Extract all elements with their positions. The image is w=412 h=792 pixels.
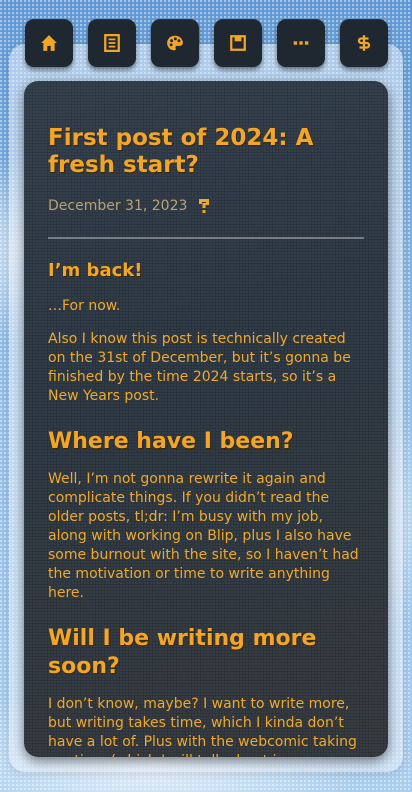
palette-icon <box>167 35 183 51</box>
post-meta: December 31, 2023 <box>48 197 364 215</box>
section-heading: Will I be writing more soon? <box>48 626 317 679</box>
home-icon <box>41 35 57 51</box>
post-title: First post of 2024: A fresh start? <box>48 125 314 178</box>
more-button[interactable] <box>277 19 325 67</box>
save-button[interactable] <box>214 19 262 67</box>
art-button[interactable] <box>151 19 199 67</box>
post-card: First post of 2024: A fresh start? Decem… <box>24 81 388 757</box>
top-nav <box>25 19 388 67</box>
paragraph: Well, I’m not gonna rewrite it again and… <box>48 471 359 601</box>
title-divider <box>48 237 364 239</box>
post-content: First post of 2024: A fresh start? Decem… <box>48 125 364 757</box>
posts-button[interactable] <box>88 19 136 67</box>
section-heading: I’m back! <box>48 260 143 281</box>
home-button[interactable] <box>25 19 73 67</box>
post-date: December 31, 2023 <box>48 198 188 214</box>
donate-button[interactable] <box>340 19 388 67</box>
paragraph: …For now. <box>48 298 121 314</box>
more-icon <box>293 41 309 45</box>
question-mark-icon[interactable] <box>197 197 211 215</box>
paragraph: Also I know this post is technically cre… <box>48 331 351 404</box>
dollar-icon <box>357 35 371 51</box>
list-icon <box>104 34 120 52</box>
paragraph: I don’t know, maybe? I want to write mor… <box>48 696 357 757</box>
save-icon <box>230 35 246 51</box>
section-heading: Where have I been? <box>48 429 294 454</box>
